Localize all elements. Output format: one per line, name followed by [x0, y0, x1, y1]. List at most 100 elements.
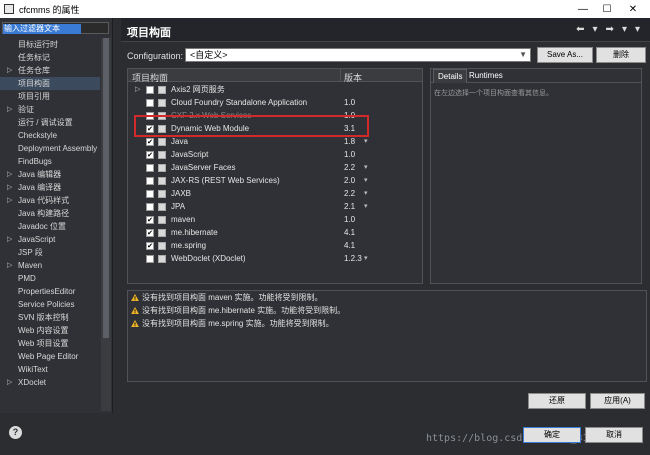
expand-arrow-icon[interactable]: ▷ — [135, 83, 140, 96]
sidebar-item[interactable]: ▷ Java 代码样式 — [0, 194, 100, 207]
facet-checkbox[interactable] — [146, 203, 154, 211]
facet-row[interactable]: ✔ me.spring 4.1 — [128, 239, 422, 252]
sidebar-item[interactable]: 目标运行时 — [0, 38, 100, 51]
forward-arrow-icon[interactable]: ➡ — [606, 24, 614, 35]
sidebar-item[interactable]: 任务标记 — [0, 51, 100, 64]
delete-button[interactable]: 删除 — [596, 47, 646, 63]
facet-row[interactable]: ✔ maven 1.0 — [128, 213, 422, 226]
sidebar-item[interactable]: 运行 / 调试设置 — [0, 116, 100, 129]
facet-row[interactable]: ▷ Axis2 网页服务 — [128, 83, 422, 96]
sidebar-item[interactable]: Java 构建路径 — [0, 207, 100, 220]
facet-checkbox[interactable] — [146, 255, 154, 263]
sidebar-item[interactable]: PropertiesEditor — [0, 285, 100, 298]
sidebar-item[interactable]: ▷ Java 编译器 — [0, 181, 100, 194]
facet-version[interactable]: 4.1 — [344, 226, 355, 239]
window-titlebar: cfcmms 的属性 — [0, 0, 650, 18]
facet-row[interactable]: JAX-RS (REST Web Services) 2.0 ▾ — [128, 174, 422, 187]
configuration-select[interactable]: <自定义> ▼ — [185, 48, 531, 62]
save-as-button[interactable]: Save As... — [537, 47, 593, 63]
facet-version[interactable]: 1.2.3 — [344, 252, 362, 265]
scrollbar-thumb[interactable] — [103, 38, 109, 338]
expand-arrow-icon[interactable]: ▷ — [7, 259, 12, 272]
sidebar-item[interactable]: Web 内容设置 — [0, 324, 100, 337]
facet-checkbox[interactable] — [146, 99, 154, 107]
sidebar-item[interactable]: Web 项目设置 — [0, 337, 100, 350]
facet-checkbox[interactable] — [146, 190, 154, 198]
sidebar-item[interactable]: 项目构面 — [0, 77, 100, 90]
facet-row[interactable]: JavaServer Faces 2.2 ▾ — [128, 161, 422, 174]
version-dropdown-icon[interactable]: ▾ — [364, 174, 368, 187]
sidebar-item[interactable]: PMD — [0, 272, 100, 285]
maximize-button[interactable]: ☐ — [596, 0, 618, 18]
back-arrow-icon[interactable]: ⬅ — [576, 24, 584, 35]
sidebar-item[interactable]: ▷ Java 编辑器 — [0, 168, 100, 181]
sidebar-item[interactable]: WikiText — [0, 363, 100, 376]
cancel-button[interactable]: 取消 — [585, 427, 643, 443]
sidebar-item-label: Java 代码样式 — [18, 196, 70, 205]
facet-version[interactable]: 1.0 — [344, 148, 355, 161]
sidebar-item[interactable]: ▷ 任务仓库 — [0, 64, 100, 77]
facet-checkbox[interactable] — [146, 164, 154, 172]
facet-version[interactable]: 2.0 — [344, 174, 355, 187]
sidebar-item[interactable]: FindBugs — [0, 155, 100, 168]
close-button[interactable]: ✕ — [622, 0, 644, 18]
sidebar-item[interactable]: Checkstyle — [0, 129, 100, 142]
facet-row[interactable]: JPA 2.1 ▾ — [128, 200, 422, 213]
sidebar-item[interactable]: JSP 段 — [0, 246, 100, 259]
facet-version[interactable]: 2.2 — [344, 161, 355, 174]
menu-dropdown-icon[interactable]: ▾ — [635, 24, 640, 35]
expand-arrow-icon[interactable]: ▷ — [7, 181, 12, 194]
facet-checkbox[interactable]: ✔ — [146, 242, 154, 250]
sidebar-scrollbar[interactable] — [101, 38, 111, 411]
expand-arrow-icon[interactable]: ▷ — [7, 103, 12, 116]
sidebar-item[interactable]: ▷ 验证 — [0, 103, 100, 116]
filter-input[interactable] — [3, 23, 81, 34]
version-dropdown-icon[interactable]: ▾ — [364, 161, 368, 174]
facet-row[interactable]: ✔ me.hibernate 4.1 — [128, 226, 422, 239]
facet-checkbox[interactable]: ✔ — [146, 138, 154, 146]
apply-button[interactable]: 应用(A) — [590, 393, 645, 409]
expand-arrow-icon[interactable]: ▷ — [7, 168, 12, 181]
sidebar-item[interactable]: 项目引用 — [0, 90, 100, 103]
sidebar-item[interactable]: Javadoc 位置 — [0, 220, 100, 233]
sidebar-item-label: XDoclet — [18, 378, 47, 387]
facet-version[interactable]: 2.2 — [344, 187, 355, 200]
back-dropdown-icon[interactable]: ▾ — [593, 24, 598, 35]
version-dropdown-icon[interactable]: ▾ — [364, 252, 368, 265]
version-dropdown-icon[interactable]: ▾ — [364, 187, 368, 200]
sidebar-item[interactable]: Web Page Editor — [0, 350, 100, 363]
facet-checkbox[interactable]: ✔ — [146, 229, 154, 237]
facet-row[interactable]: JAXB 2.2 ▾ — [128, 187, 422, 200]
column-separator[interactable] — [340, 69, 341, 82]
facet-row[interactable]: Cloud Foundry Standalone Application 1.0 — [128, 96, 422, 109]
facet-checkbox[interactable] — [146, 86, 154, 94]
help-icon[interactable]: ? — [9, 426, 22, 439]
facet-checkbox[interactable]: ✔ — [146, 151, 154, 159]
sidebar-item-label: Javadoc 位置 — [18, 222, 67, 231]
facet-checkbox[interactable]: ✔ — [146, 216, 154, 224]
expand-arrow-icon[interactable]: ▷ — [7, 376, 12, 389]
facet-version[interactable]: 1.0 — [344, 96, 355, 109]
facet-checkbox[interactable] — [146, 177, 154, 185]
facet-version[interactable]: 2.1 — [344, 200, 355, 213]
sidebar-item[interactable]: SVN 版本控制 — [0, 311, 100, 324]
facet-row[interactable]: ✔ JavaScript 1.0 — [128, 148, 422, 161]
minimize-button[interactable]: — — [572, 0, 594, 18]
expand-arrow-icon[interactable]: ▷ — [7, 194, 12, 207]
sidebar-item[interactable]: ▷ XDoclet — [0, 376, 100, 389]
facet-row[interactable]: WebDoclet (XDoclet) 1.2.3 ▾ — [128, 252, 422, 265]
facet-version[interactable]: 1.0 — [344, 213, 355, 226]
sidebar-item[interactable]: Deployment Assembly — [0, 142, 100, 155]
forward-dropdown-icon[interactable]: ▾ — [622, 24, 627, 35]
expand-arrow-icon[interactable]: ▷ — [7, 233, 12, 246]
sidebar-item[interactable]: ▷ Maven — [0, 259, 100, 272]
sidebar-item[interactable]: Service Policies — [0, 298, 100, 311]
tab-details[interactable]: Details — [433, 69, 468, 83]
expand-arrow-icon[interactable]: ▷ — [7, 64, 12, 77]
ok-button[interactable]: 确定 — [523, 427, 581, 443]
tab-runtimes[interactable]: Runtimes — [465, 69, 507, 83]
sidebar-item[interactable]: ▷ JavaScript — [0, 233, 100, 246]
facet-version[interactable]: 4.1 — [344, 239, 355, 252]
version-dropdown-icon[interactable]: ▾ — [364, 200, 368, 213]
restore-button[interactable]: 还原 — [528, 393, 586, 409]
